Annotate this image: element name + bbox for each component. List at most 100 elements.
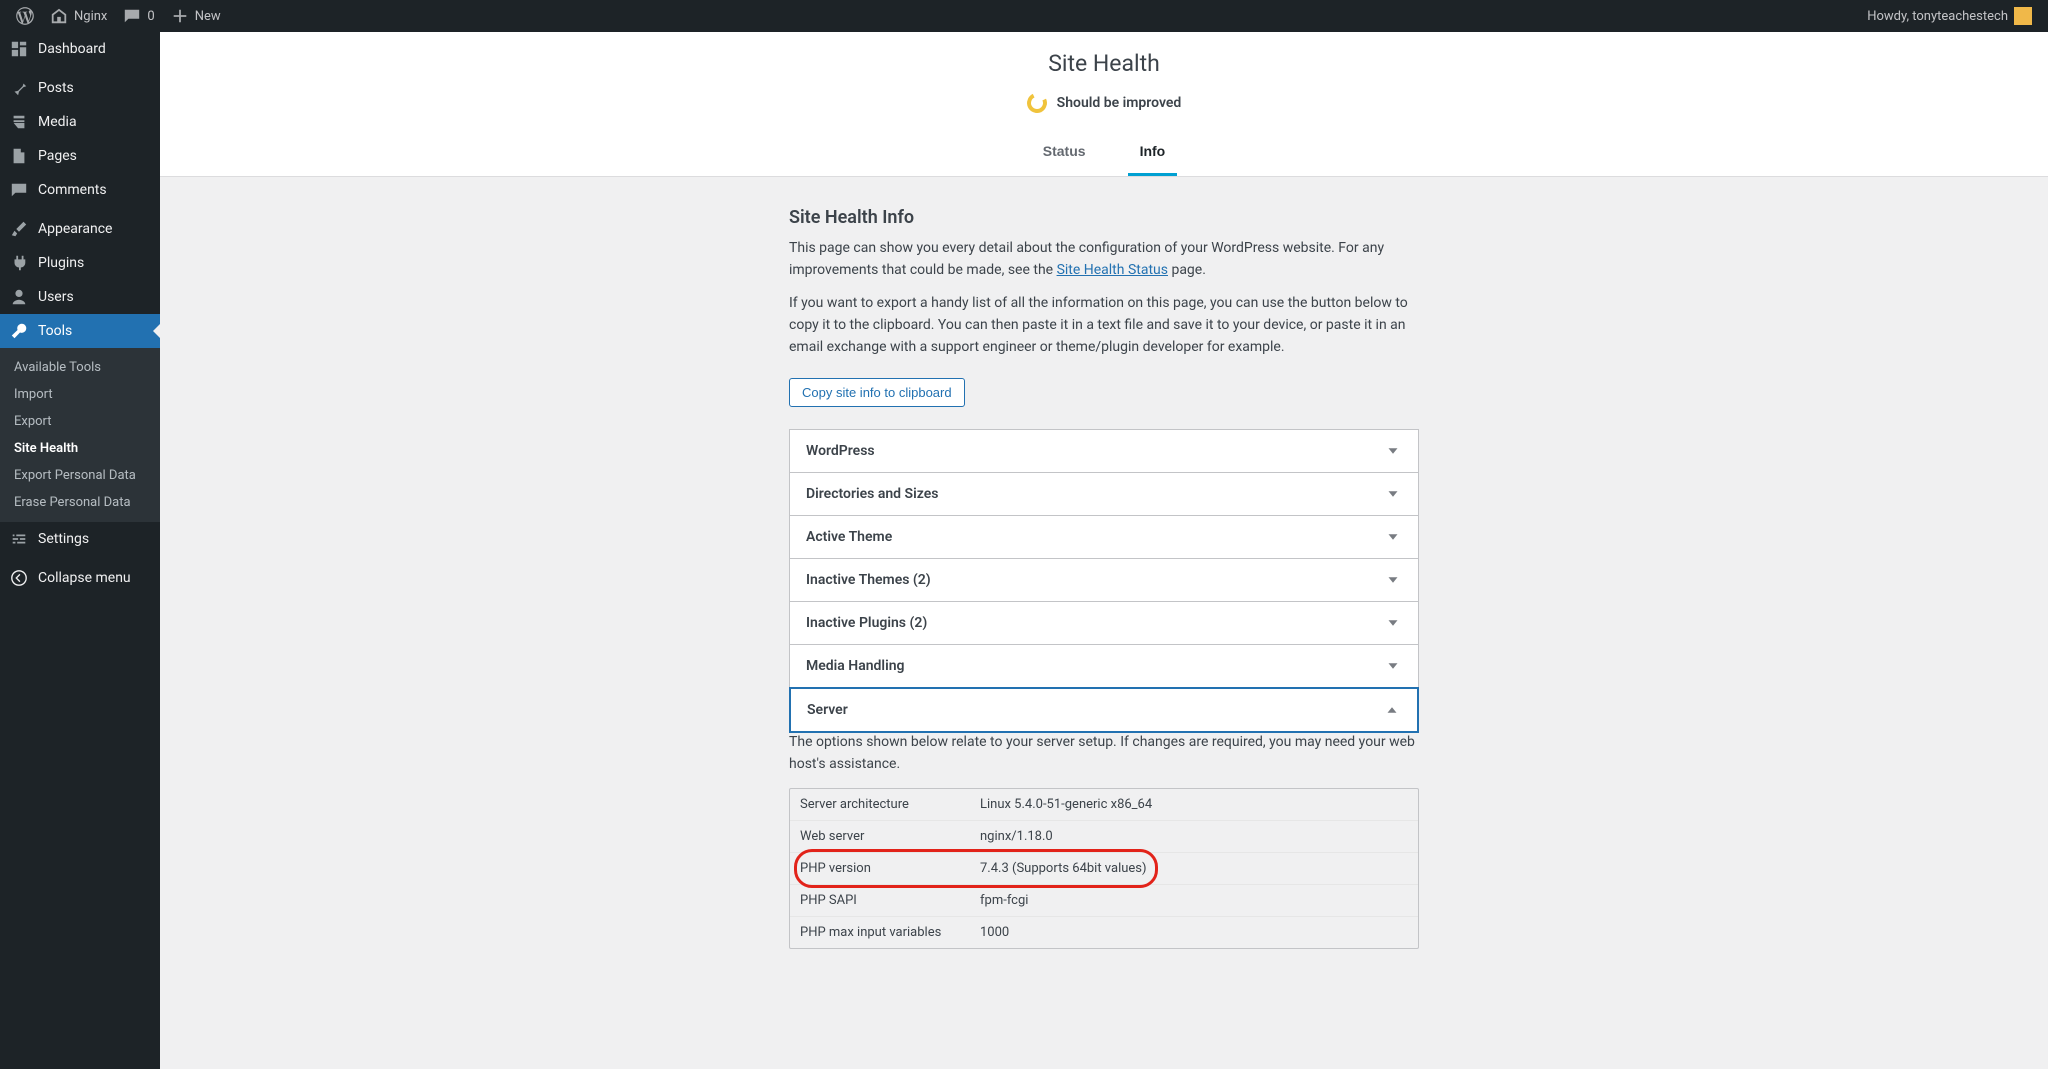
submenu-available-tools[interactable]: Available Tools: [0, 354, 160, 381]
content: Site Health Should be improved Status In…: [160, 32, 2048, 1069]
menu-label: Settings: [38, 531, 89, 547]
chevron-down-icon: [1384, 528, 1402, 546]
page-title: Site Health: [160, 32, 2048, 81]
menu-media[interactable]: Media: [0, 105, 160, 139]
brush-icon: [10, 220, 28, 238]
submenu-site-health[interactable]: Site Health: [0, 435, 160, 462]
menu-label: Appearance: [38, 221, 112, 237]
wordpress-icon: [16, 7, 34, 25]
menu-label: Dashboard: [38, 41, 106, 57]
menu-label: Users: [38, 289, 74, 305]
acc-label: Inactive Plugins (2): [806, 615, 927, 631]
menu-label: Tools: [38, 323, 72, 339]
acc-server[interactable]: Server: [789, 687, 1419, 733]
table-row: Web servernginx/1.18.0: [790, 821, 1418, 853]
row-value: Linux 5.4.0-51-generic x86_64: [980, 797, 1408, 812]
site-name-link[interactable]: Nginx: [42, 0, 115, 32]
acc-label: Directories and Sizes: [806, 486, 938, 502]
avatar: [2014, 7, 2032, 25]
menu-pages[interactable]: Pages: [0, 139, 160, 173]
row-key: PHP SAPI: [800, 893, 980, 908]
collapse-menu[interactable]: Collapse menu: [0, 561, 160, 595]
acc-inactive-themes[interactable]: Inactive Themes (2): [789, 558, 1419, 602]
acc-label: WordPress: [806, 443, 875, 459]
chevron-down-icon: [1384, 614, 1402, 632]
menu-label: Posts: [38, 80, 74, 96]
submenu-import[interactable]: Import: [0, 381, 160, 408]
comments-count: 0: [147, 9, 154, 24]
comments-link[interactable]: 0: [115, 0, 162, 32]
menu-posts[interactable]: Posts: [0, 71, 160, 105]
chevron-down-icon: [1384, 485, 1402, 503]
info-para-1: This page can show you every detail abou…: [789, 238, 1419, 281]
accordion: WordPress Directories and Sizes Active T…: [789, 429, 1419, 733]
menu-dashboard[interactable]: Dashboard: [0, 32, 160, 66]
acc-directories[interactable]: Directories and Sizes: [789, 472, 1419, 516]
admin-sidebar: Dashboard Posts Media Pages Comments App…: [0, 32, 160, 1069]
wp-logo-link[interactable]: [8, 0, 42, 32]
acc-wordpress[interactable]: WordPress: [789, 429, 1419, 473]
media-icon: [10, 113, 28, 131]
settings-icon: [10, 530, 28, 548]
menu-plugins[interactable]: Plugins: [0, 246, 160, 280]
menu-label: Media: [38, 114, 77, 130]
user-icon: [10, 288, 28, 306]
acc-media-handling[interactable]: Media Handling: [789, 644, 1419, 688]
progress-circle-icon: [1024, 90, 1050, 116]
wrench-icon: [10, 322, 28, 340]
table-row: Server architectureLinux 5.4.0-51-generi…: [790, 789, 1418, 821]
menu-tools[interactable]: Tools: [0, 314, 160, 348]
row-value: 1000: [980, 925, 1408, 940]
submenu-erase-personal-data[interactable]: Erase Personal Data: [0, 489, 160, 516]
site-name: Nginx: [74, 9, 107, 24]
acc-label: Server: [807, 702, 848, 718]
acc-inactive-plugins[interactable]: Inactive Plugins (2): [789, 601, 1419, 645]
menu-users[interactable]: Users: [0, 280, 160, 314]
health-header: Site Health Should be improved Status In…: [160, 32, 2048, 177]
menu-appearance[interactable]: Appearance: [0, 212, 160, 246]
dashboard-icon: [10, 40, 28, 58]
menu-settings[interactable]: Settings: [0, 522, 160, 556]
chevron-down-icon: [1384, 571, 1402, 589]
para-text: page.: [1168, 262, 1206, 278]
tab-status[interactable]: Status: [1031, 129, 1098, 176]
submenu-export-personal-data[interactable]: Export Personal Data: [0, 462, 160, 489]
home-icon: [50, 7, 68, 25]
plug-icon: [10, 254, 28, 272]
server-table: Server architectureLinux 5.4.0-51-generi…: [789, 788, 1419, 949]
chevron-down-icon: [1384, 657, 1402, 675]
collapse-label: Collapse menu: [38, 570, 131, 586]
tabs: Status Info: [160, 129, 2048, 176]
howdy-text: Howdy, tonyteachestech: [1867, 9, 2008, 24]
acc-active-theme[interactable]: Active Theme: [789, 515, 1419, 559]
plus-icon: [171, 7, 189, 25]
table-row: PHP SAPIfpm-fcgi: [790, 885, 1418, 917]
table-row: PHP max input variables1000: [790, 917, 1418, 948]
pin-icon: [10, 79, 28, 97]
row-value: fpm-fcgi: [980, 893, 1408, 908]
row-key: Web server: [800, 829, 980, 844]
chevron-up-icon: [1383, 701, 1401, 719]
menu-comments[interactable]: Comments: [0, 173, 160, 207]
menu-label: Comments: [38, 182, 107, 198]
new-label: New: [195, 9, 221, 24]
howdy-link[interactable]: Howdy, tonyteachestech: [1859, 0, 2040, 32]
tools-submenu: Available Tools Import Export Site Healt…: [0, 348, 160, 522]
submenu-export[interactable]: Export: [0, 408, 160, 435]
page-icon: [10, 147, 28, 165]
admin-bar: Nginx 0 New Howdy, tonyteachestech: [0, 0, 2048, 32]
row-key: PHP version: [800, 861, 980, 876]
row-value: 7.4.3 (Supports 64bit values): [980, 861, 1408, 876]
comments-icon: [123, 7, 141, 25]
acc-label: Active Theme: [806, 529, 892, 545]
collapse-icon: [10, 569, 28, 587]
status-label: Should be improved: [1057, 95, 1182, 111]
table-row-php-version: PHP version7.4.3 (Supports 64bit values): [790, 853, 1418, 885]
menu-label: Plugins: [38, 255, 84, 271]
copy-site-info-button[interactable]: Copy site info to clipboard: [789, 378, 965, 407]
row-key: Server architecture: [800, 797, 980, 812]
tab-info[interactable]: Info: [1128, 129, 1178, 176]
acc-label: Media Handling: [806, 658, 905, 674]
site-health-status-link[interactable]: Site Health Status: [1057, 262, 1168, 278]
new-link[interactable]: New: [163, 0, 229, 32]
